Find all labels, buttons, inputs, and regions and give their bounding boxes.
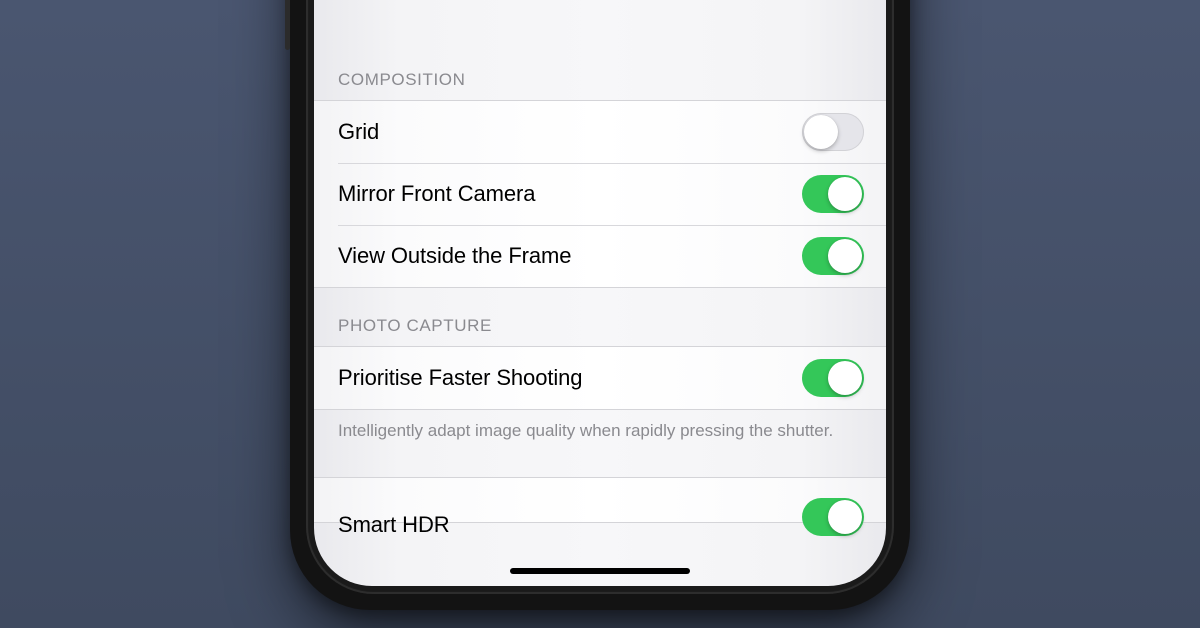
volume-down-button: [285, 0, 290, 50]
toggle-prioritise-faster-shooting[interactable]: [802, 359, 864, 397]
row-label-grid: Grid: [338, 119, 379, 145]
toggle-smart-hdr[interactable]: [802, 498, 864, 536]
row-grid[interactable]: Grid: [314, 101, 886, 163]
screen-mask: COMPOSITION Grid Mirror Front Camera Vie…: [314, 0, 886, 586]
settings-list[interactable]: COMPOSITION Grid Mirror Front Camera Vie…: [314, 42, 886, 586]
spacer: [314, 453, 886, 477]
photo-capture-group: Prioritise Faster Shooting: [314, 346, 886, 410]
section-header-composition: COMPOSITION: [314, 42, 886, 100]
row-mirror-front-camera[interactable]: Mirror Front Camera: [314, 163, 886, 225]
row-smart-hdr[interactable]: Smart HDR: [314, 478, 886, 522]
smart-hdr-group: Smart HDR: [314, 477, 886, 523]
section-footer-photo-capture: Intelligently adapt image quality when r…: [314, 410, 886, 453]
row-prioritise-faster-shooting[interactable]: Prioritise Faster Shooting: [314, 347, 886, 409]
section-header-photo-capture: PHOTO CAPTURE: [314, 288, 886, 346]
row-label-smart-hdr: Smart HDR: [338, 512, 450, 538]
composition-group: Grid Mirror Front Camera View Outside th…: [314, 100, 886, 288]
row-view-outside-frame[interactable]: View Outside the Frame: [314, 225, 886, 287]
settings-screen[interactable]: COMPOSITION Grid Mirror Front Camera Vie…: [314, 0, 886, 586]
phone-bezel: COMPOSITION Grid Mirror Front Camera Vie…: [306, 0, 894, 594]
home-indicator[interactable]: [510, 568, 690, 574]
phone-frame: COMPOSITION Grid Mirror Front Camera Vie…: [290, 0, 910, 610]
toggle-mirror-front-camera[interactable]: [802, 175, 864, 213]
toggle-grid[interactable]: [802, 113, 864, 151]
row-label-mirror: Mirror Front Camera: [338, 181, 535, 207]
row-label-prioritise: Prioritise Faster Shooting: [338, 365, 582, 391]
toggle-view-outside-frame[interactable]: [802, 237, 864, 275]
row-label-view-outside: View Outside the Frame: [338, 243, 571, 269]
